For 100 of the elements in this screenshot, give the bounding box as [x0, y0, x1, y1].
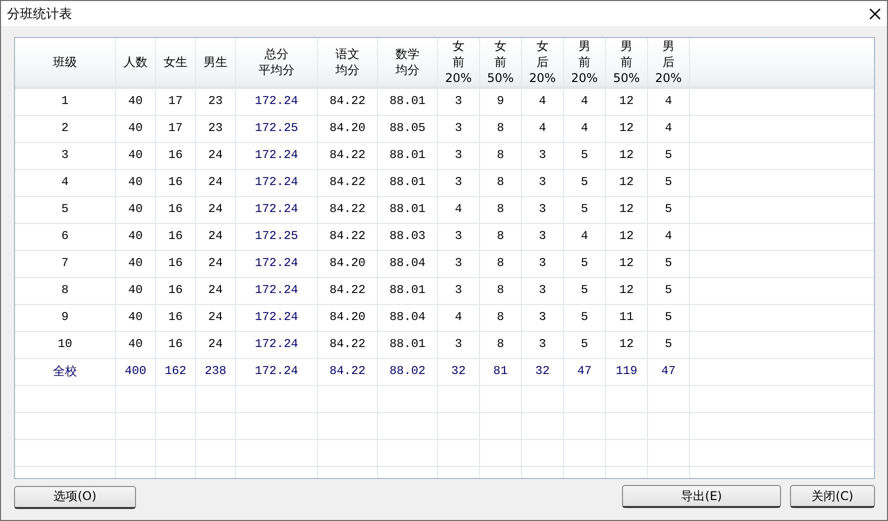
table-cell: 4 — [15, 170, 116, 196]
table-cell: 88.01 — [378, 197, 438, 223]
table-cell: 全校 — [15, 359, 116, 385]
column-header[interactable]: 女 前 50% — [480, 38, 522, 86]
column-header[interactable]: 男生 — [196, 38, 236, 86]
column-header[interactable]: 数学 均分 — [378, 38, 438, 86]
table-cell: 88.02 — [378, 359, 438, 385]
options-button[interactable]: 选项(O) — [14, 486, 136, 508]
table-cell: 84.22 — [318, 197, 378, 223]
table-cell: 40 — [116, 143, 156, 169]
table-cell: 88.01 — [378, 89, 438, 115]
table-cell: 3 — [438, 143, 480, 169]
table-cell: 12 — [606, 224, 648, 250]
table-cell: 24 — [196, 143, 236, 169]
table-cell: 17 — [156, 89, 196, 115]
table-cell: 88.01 — [378, 143, 438, 169]
table-cell: 5 — [564, 170, 606, 196]
table-cell: 40 — [116, 332, 156, 358]
table-cell: 119 — [606, 359, 648, 385]
table-cell: 16 — [156, 170, 196, 196]
table-cell: 3 — [522, 197, 564, 223]
column-header[interactable]: 人数 — [116, 38, 156, 86]
table-cell: 40 — [116, 89, 156, 115]
table-cell: 162 — [156, 359, 196, 385]
table-cell: 40 — [116, 116, 156, 142]
table-cell: 172.24 — [236, 251, 318, 277]
table-cell: 8 — [480, 278, 522, 304]
table-cell: 12 — [606, 116, 648, 142]
table-cell: 32 — [438, 359, 480, 385]
table-cell: 23 — [196, 116, 236, 142]
table-cell: 172.24 — [236, 332, 318, 358]
table-cell: 88.01 — [378, 332, 438, 358]
table-cell: 88.04 — [378, 305, 438, 331]
table-cell: 3 — [438, 278, 480, 304]
close-button[interactable]: 关闭(C) — [790, 485, 875, 508]
table-cell: 172.24 — [236, 359, 318, 385]
table-cell: 5 — [648, 197, 690, 223]
table-cell: 172.24 — [236, 305, 318, 331]
table-cell: 5 — [564, 278, 606, 304]
table-cell: 16 — [156, 332, 196, 358]
table-cell: 5 — [648, 305, 690, 331]
table-cell: 12 — [606, 251, 648, 277]
export-button[interactable]: 导出(E) — [622, 485, 781, 508]
table-cell: 84.22 — [318, 278, 378, 304]
table-cell: 23 — [196, 89, 236, 115]
table-cell: 172.24 — [236, 170, 318, 196]
table-cell: 5 — [564, 143, 606, 169]
table-cell: 5 — [648, 332, 690, 358]
column-header[interactable]: 男 前 20% — [564, 38, 606, 86]
column-header[interactable]: 男 后 20% — [648, 38, 690, 86]
table-cell: 88.01 — [378, 278, 438, 304]
table-cell: 8 — [480, 170, 522, 196]
table-cell: 5 — [648, 278, 690, 304]
table-cell: 3 — [522, 170, 564, 196]
table-cell: 3 — [522, 332, 564, 358]
table-cell: 5 — [648, 251, 690, 277]
table-cell: 5 — [564, 332, 606, 358]
table-cell: 3 — [522, 224, 564, 250]
table-cell: 8 — [480, 143, 522, 169]
table-cell: 24 — [196, 224, 236, 250]
column-header[interactable]: 女 前 20% — [438, 38, 480, 86]
table-cell: 5 — [648, 143, 690, 169]
table-cell: 11 — [606, 305, 648, 331]
table-cell: 16 — [156, 197, 196, 223]
table-cell: 238 — [196, 359, 236, 385]
table-cell: 16 — [156, 224, 196, 250]
table-cell: 12 — [606, 170, 648, 196]
table-cell: 400 — [116, 359, 156, 385]
table-cell: 3 — [522, 251, 564, 277]
close-icon[interactable] — [869, 8, 881, 20]
column-header[interactable]: 班级 — [15, 38, 116, 86]
table-cell: 8 — [480, 332, 522, 358]
table-cell: 81 — [480, 359, 522, 385]
column-header[interactable]: 男 前 50% — [606, 38, 648, 86]
column-header[interactable]: 女生 — [156, 38, 196, 86]
table-cell: 172.24 — [236, 197, 318, 223]
table-cell: 24 — [196, 197, 236, 223]
table-cell: 24 — [196, 305, 236, 331]
table-cell: 4 — [438, 197, 480, 223]
table-cell: 84.22 — [318, 143, 378, 169]
table-cell: 84.20 — [318, 305, 378, 331]
table-cell: 12 — [606, 197, 648, 223]
table-cell: 40 — [116, 305, 156, 331]
table-cell: 84.22 — [318, 359, 378, 385]
table-cell: 47 — [564, 359, 606, 385]
table-cell: 3 — [15, 143, 116, 169]
table-cell: 3 — [522, 278, 564, 304]
column-header[interactable]: 总分 平均分 — [236, 38, 318, 86]
column-header[interactable]: 语文 均分 — [318, 38, 378, 86]
table-cell: 172.25 — [236, 116, 318, 142]
table-cell: 40 — [116, 170, 156, 196]
table-cell: 4 — [564, 116, 606, 142]
column-header[interactable]: 女 后 20% — [522, 38, 564, 86]
table-cell: 4 — [648, 116, 690, 142]
table-cell: 84.20 — [318, 116, 378, 142]
table-cell: 24 — [196, 251, 236, 277]
table-cell: 47 — [648, 359, 690, 385]
table-cell: 3 — [438, 224, 480, 250]
table-cell: 172.24 — [236, 143, 318, 169]
table-cell: 40 — [116, 224, 156, 250]
